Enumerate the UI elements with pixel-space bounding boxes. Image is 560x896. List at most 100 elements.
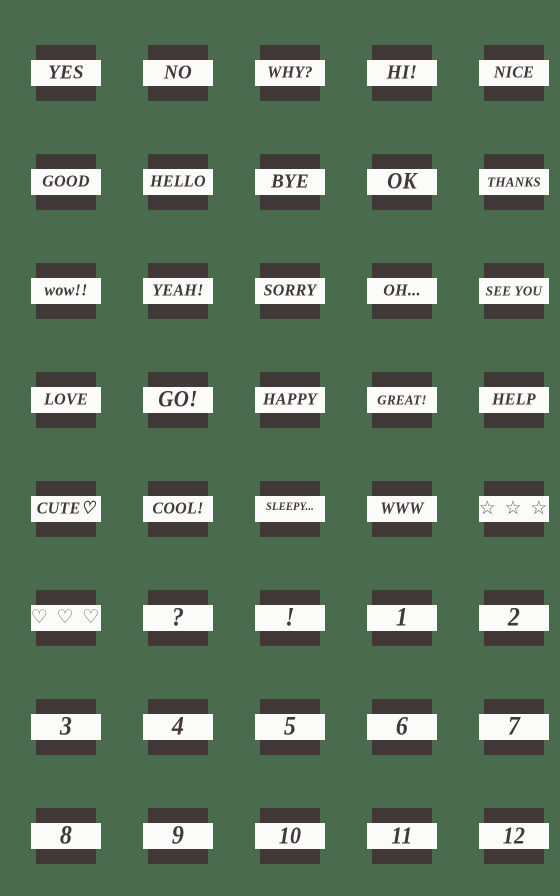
sticker-label: 5 <box>283 713 297 740</box>
sticker-tile[interactable]: ? <box>143 589 213 646</box>
sticker-tile[interactable]: 5 <box>255 698 325 755</box>
sticker-tile[interactable]: 8 <box>31 807 101 864</box>
sticker-tile[interactable]: HAPPY <box>255 371 325 428</box>
sticker-bottom-bar <box>260 519 320 537</box>
sticker-tile[interactable]: 11 <box>367 807 437 864</box>
sticker-cell[interactable]: 10 <box>234 781 346 890</box>
sticker-tile[interactable]: 2 <box>479 589 549 646</box>
sticker-cell[interactable]: YEAH! <box>122 236 234 345</box>
sticker-tile[interactable]: 6 <box>367 698 437 755</box>
sticker-tile[interactable]: COOL! <box>143 480 213 537</box>
sticker-tile[interactable]: GOOD <box>31 153 101 210</box>
sticker-cell[interactable]: WWW <box>346 454 458 563</box>
sticker-cell[interactable]: ♡ ♡ ♡ <box>10 563 122 672</box>
sticker-cell[interactable]: YES <box>10 18 122 127</box>
sticker-tile[interactable]: 3 <box>31 698 101 755</box>
sticker-cell[interactable]: 2 <box>458 563 560 672</box>
sticker-label: ! <box>285 604 295 631</box>
sticker-tile[interactable]: SORRY <box>255 262 325 319</box>
sticker-tile[interactable]: SLEEPY... <box>255 480 325 537</box>
sticker-cell[interactable]: NO <box>122 18 234 127</box>
sticker-tile[interactable]: GO! <box>143 371 213 428</box>
sticker-cell[interactable]: THANKS <box>458 127 560 236</box>
sticker-tile[interactable]: 1 <box>367 589 437 646</box>
sticker-label: 3 <box>59 713 73 740</box>
sticker-cell[interactable]: HI! <box>346 18 458 127</box>
sticker-cell[interactable]: GREAT! <box>346 345 458 454</box>
sticker-cell[interactable]: wow!! <box>10 236 122 345</box>
sticker-tile[interactable]: wow!! <box>31 262 101 319</box>
sticker-tile[interactable]: GREAT! <box>367 371 437 428</box>
sticker-cell[interactable]: HELLO <box>122 127 234 236</box>
sticker-cell[interactable]: 3 <box>10 672 122 781</box>
sticker-label: ☆ ☆ ☆ <box>479 498 549 519</box>
sticker-cell[interactable]: 1 <box>346 563 458 672</box>
sticker-text-band: ♡ ♡ ♡ <box>31 604 101 631</box>
sticker-tile[interactable]: OK <box>367 153 437 210</box>
sticker-cell[interactable]: 6 <box>346 672 458 781</box>
sticker-label: 6 <box>395 713 409 740</box>
sticker-tile[interactable]: HI! <box>367 44 437 101</box>
sticker-tile[interactable]: ♡ ♡ ♡ <box>31 589 101 646</box>
sticker-text-band: 10 <box>255 822 325 849</box>
sticker-tile[interactable]: CUTE♡ <box>31 480 101 537</box>
sticker-tile[interactable]: 7 <box>479 698 549 755</box>
sticker-cell[interactable]: COOL! <box>122 454 234 563</box>
sticker-tile[interactable]: BYE <box>255 153 325 210</box>
sticker-cell[interactable]: 8 <box>10 781 122 890</box>
sticker-label: SEE YOU <box>485 282 543 299</box>
sticker-cell[interactable]: WHY? <box>234 18 346 127</box>
sticker-cell[interactable]: HELP <box>458 345 560 454</box>
sticker-cell[interactable]: OH... <box>346 236 458 345</box>
sticker-cell[interactable]: HAPPY <box>234 345 346 454</box>
sticker-tile[interactable]: OH... <box>367 262 437 319</box>
sticker-text-band: OH... <box>367 277 437 304</box>
sticker-tile[interactable]: YES <box>31 44 101 101</box>
sticker-tile[interactable]: 12 <box>479 807 549 864</box>
sticker-text-band: BYE <box>255 168 325 195</box>
sticker-cell[interactable]: GOOD <box>10 127 122 236</box>
sticker-bottom-bar <box>36 83 96 101</box>
sticker-cell[interactable]: LOVE <box>10 345 122 454</box>
sticker-cell[interactable]: OK <box>346 127 458 236</box>
sticker-cell[interactable]: 11 <box>346 781 458 890</box>
sticker-tile[interactable]: WWW <box>367 480 437 537</box>
sticker-text-band: 3 <box>31 713 101 740</box>
sticker-tile[interactable]: THANKS <box>479 153 549 210</box>
sticker-bottom-bar <box>148 192 208 210</box>
sticker-tile[interactable]: SEE YOU <box>479 262 549 319</box>
sticker-cell[interactable]: SEE YOU <box>458 236 560 345</box>
sticker-cell[interactable]: 5 <box>234 672 346 781</box>
sticker-tile[interactable]: ☆ ☆ ☆ <box>479 480 549 537</box>
sticker-cell[interactable]: 12 <box>458 781 560 890</box>
sticker-cell[interactable]: SORRY <box>234 236 346 345</box>
sticker-cell[interactable]: BYE <box>234 127 346 236</box>
sticker-cell[interactable]: ! <box>234 563 346 672</box>
sticker-tile[interactable]: HELP <box>479 371 549 428</box>
sticker-cell[interactable]: NICE <box>458 18 560 127</box>
sticker-bottom-bar <box>148 301 208 319</box>
sticker-tile[interactable]: ! <box>255 589 325 646</box>
sticker-cell[interactable]: GO! <box>122 345 234 454</box>
sticker-text-band: 7 <box>479 713 549 740</box>
sticker-cell[interactable]: 9 <box>122 781 234 890</box>
sticker-cell[interactable]: ? <box>122 563 234 672</box>
sticker-tile[interactable]: 9 <box>143 807 213 864</box>
sticker-tile[interactable]: NICE <box>479 44 549 101</box>
sticker-bottom-bar <box>148 737 208 755</box>
sticker-label: ? <box>171 604 185 631</box>
sticker-tile[interactable]: HELLO <box>143 153 213 210</box>
sticker-cell[interactable]: 7 <box>458 672 560 781</box>
sticker-cell[interactable]: 4 <box>122 672 234 781</box>
sticker-cell[interactable]: ☆ ☆ ☆ <box>458 454 560 563</box>
sticker-tile[interactable]: YEAH! <box>143 262 213 319</box>
sticker-cell[interactable]: CUTE♡ <box>10 454 122 563</box>
sticker-tile[interactable]: NO <box>143 44 213 101</box>
sticker-bottom-bar <box>260 846 320 864</box>
sticker-tile[interactable]: 4 <box>143 698 213 755</box>
sticker-tile[interactable]: WHY? <box>255 44 325 101</box>
sticker-tile[interactable]: LOVE <box>31 371 101 428</box>
sticker-text-band: YEAH! <box>143 277 213 304</box>
sticker-cell[interactable]: SLEEPY... <box>234 454 346 563</box>
sticker-tile[interactable]: 10 <box>255 807 325 864</box>
